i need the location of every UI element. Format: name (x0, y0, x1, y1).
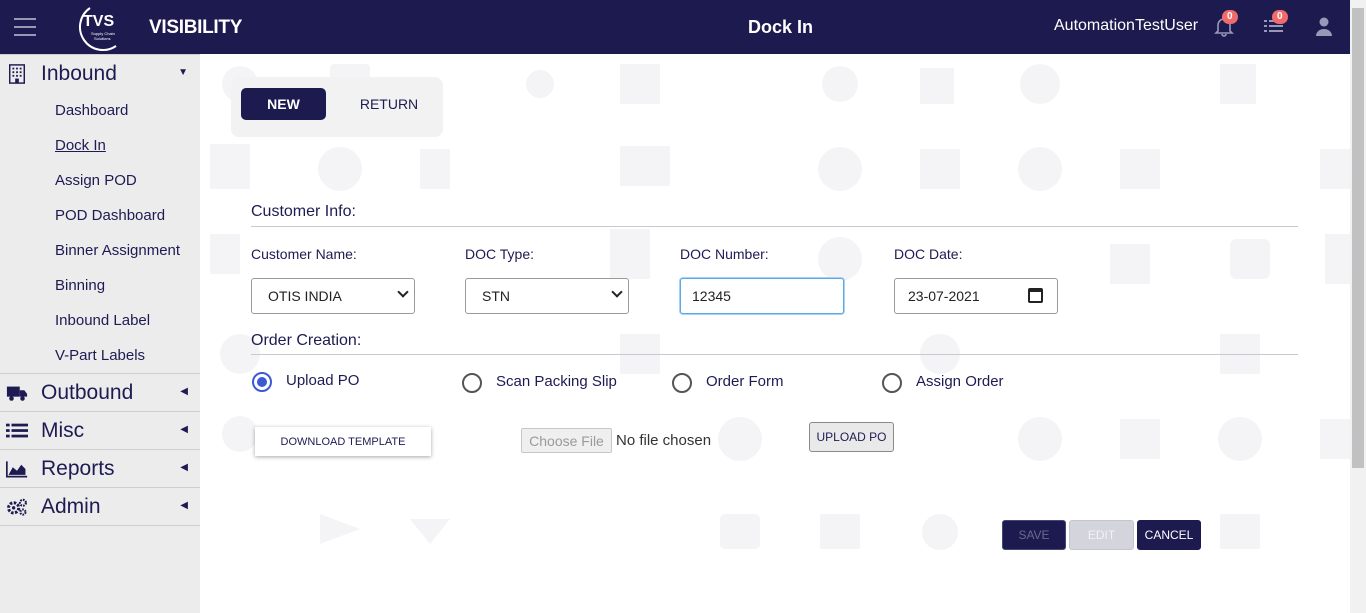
sidebar-section-admin[interactable]: Admin ◀ (0, 488, 200, 526)
svg-text:Solutions: Solutions (94, 36, 110, 41)
chevron-down-icon (397, 286, 409, 298)
cancel-button[interactable]: CANCEL (1137, 520, 1201, 550)
order-creation-title: Order Creation: (251, 332, 362, 349)
order-form-radio[interactable] (672, 373, 692, 393)
scan-packing-slip-radio[interactable] (462, 373, 482, 393)
main-content: NEW RETURN Customer Info: Customer Name:… (200, 54, 1350, 613)
sidebar: Inbound ▼ Dashboard Dock In Assign POD P… (0, 54, 200, 613)
edit-button[interactable]: EDIT (1069, 520, 1134, 550)
gears-icon (7, 498, 27, 516)
sidebar-item-inbound-label[interactable]: Inbound Label (0, 303, 200, 338)
sidebar-item-label: Inbound Label (55, 312, 151, 329)
sidebar-section-label: Reports (41, 457, 115, 480)
sidebar-item-label: V-Part Labels (55, 347, 146, 364)
sidebar-item-dock-in[interactable]: Dock In (0, 128, 200, 163)
caret-left-icon: ◀ (180, 424, 188, 435)
return-button[interactable]: RETURN (349, 88, 429, 120)
user-icon[interactable] (1312, 14, 1336, 38)
sidebar-item-binner-assignment[interactable]: Binner Assignment (0, 233, 200, 268)
scan-packing-slip-label[interactable]: Scan Packing Slip (496, 373, 617, 390)
sidebar-item-label: Dock In (55, 137, 106, 154)
building-icon (9, 64, 25, 84)
customer-name-select[interactable]: OTIS INDIA (251, 278, 415, 314)
bell-icon[interactable]: 0 (1212, 10, 1238, 38)
doc-number-value: 12345 (692, 288, 731, 304)
upload-po-label[interactable]: Upload PO (286, 372, 359, 389)
mode-toggle: NEW RETURN (231, 77, 443, 137)
doc-type-select[interactable]: STN (465, 278, 629, 314)
customer-name-value: OTIS INDIA (268, 288, 342, 304)
sidebar-item-pod-dashboard[interactable]: POD Dashboard (0, 198, 200, 233)
sidebar-section-inbound[interactable]: Inbound ▼ (0, 55, 200, 93)
sidebar-section-misc[interactable]: Misc ◀ (0, 412, 200, 450)
doc-number-label: DOC Number: (680, 246, 769, 262)
calendar-icon[interactable] (1028, 288, 1043, 303)
sidebar-section-label: Outbound (41, 381, 134, 404)
sidebar-item-label: Dashboard (55, 102, 129, 119)
divider (251, 354, 1298, 355)
sidebar-item-assign-pod[interactable]: Assign POD (0, 163, 200, 198)
caret-left-icon: ◀ (180, 386, 188, 397)
upload-po-radio[interactable] (252, 372, 272, 392)
customer-name-label: Customer Name: (251, 246, 357, 262)
sidebar-section-outbound[interactable]: Outbound ◀ (0, 374, 200, 412)
download-template-button[interactable]: DOWNLOAD TEMPLATE (255, 427, 431, 456)
brand-title: VISIBILITY (149, 17, 243, 38)
truck-icon (6, 386, 28, 401)
list-icon (6, 423, 28, 438)
caret-left-icon: ◀ (180, 500, 188, 511)
doc-date-label: DOC Date: (894, 246, 963, 262)
file-status: No file chosen (616, 432, 712, 449)
sidebar-item-label: Assign POD (55, 172, 137, 189)
save-button[interactable]: SAVE (1002, 520, 1066, 550)
order-form-label[interactable]: Order Form (706, 373, 784, 390)
sidebar-item-label: Binner Assignment (55, 242, 181, 259)
hamburger-icon[interactable] (14, 18, 36, 36)
sidebar-item-label: Binning (55, 277, 106, 294)
sidebar-item-v-part-labels[interactable]: V-Part Labels (0, 338, 200, 374)
sidebar-item-label: POD Dashboard (55, 207, 166, 224)
sidebar-section-label: Inbound (41, 62, 117, 85)
caret-down-icon: ▼ (178, 67, 188, 78)
doc-type-label: DOC Type: (465, 246, 534, 262)
assign-order-label[interactable]: Assign Order (916, 373, 1004, 390)
doc-date-input[interactable]: 23-07-2021 (894, 278, 1058, 314)
task-list-icon[interactable]: 0 (1262, 10, 1288, 38)
page-title: Dock In (748, 17, 814, 37)
svg-text:TVS: TVS (83, 13, 114, 30)
choose-file-button[interactable]: Choose File (521, 428, 612, 453)
area-chart-icon (6, 461, 28, 478)
task-badge: 0 (1272, 10, 1288, 24)
sidebar-section-label: Admin (41, 495, 101, 518)
username[interactable]: AutomationTestUser (1054, 17, 1198, 35)
sidebar-section-reports[interactable]: Reports ◀ (0, 450, 200, 488)
scrollbar-thumb[interactable] (1352, 8, 1364, 468)
sidebar-item-binning[interactable]: Binning (0, 268, 200, 303)
caret-left-icon: ◀ (180, 462, 188, 473)
tvs-logo: TVS Supply Chain Solutions (78, 7, 117, 51)
notification-badge: 0 (1222, 10, 1238, 24)
upload-po-button[interactable]: UPLOAD PO (809, 422, 894, 452)
doc-date-value: 23-07-2021 (908, 288, 980, 304)
top-header: TVS Supply Chain Solutions VISIBILITY Do… (0, 0, 1350, 54)
doc-type-value: STN (482, 288, 510, 304)
divider (251, 226, 1298, 227)
new-button[interactable]: NEW (241, 88, 326, 120)
sidebar-item-dashboard[interactable]: Dashboard (0, 93, 200, 128)
page-scrollbar[interactable] (1350, 0, 1366, 613)
sidebar-section-label: Misc (41, 419, 85, 442)
doc-number-input[interactable]: 12345 (680, 278, 844, 314)
customer-info-title: Customer Info: (251, 203, 356, 220)
chevron-down-icon (611, 286, 623, 298)
assign-order-radio[interactable] (882, 373, 902, 393)
